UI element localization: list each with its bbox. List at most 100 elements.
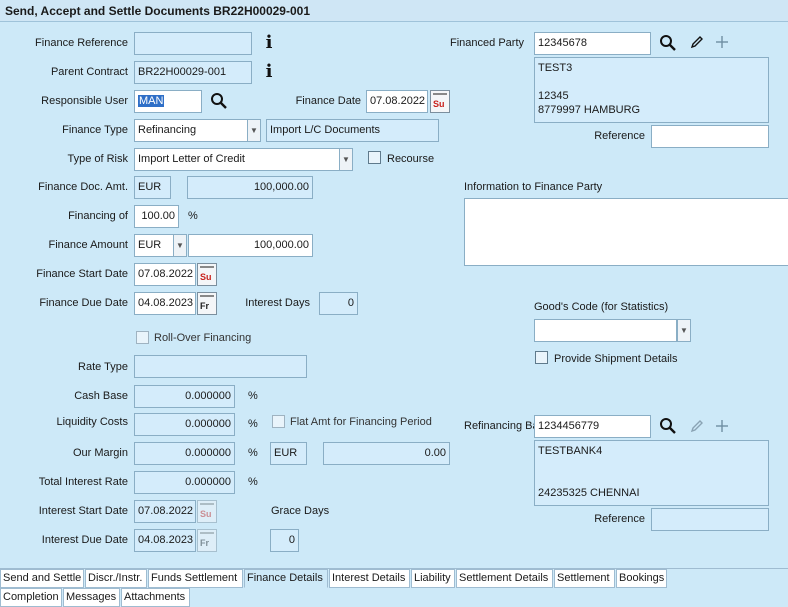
- percent-unit: %: [248, 418, 258, 430]
- responsible-user-label: Responsible User: [41, 95, 128, 107]
- tab-interest-details[interactable]: Interest Details: [329, 569, 410, 588]
- financing-of-label: Financing of: [68, 210, 128, 222]
- flat-amt-checkbox[interactable]: [272, 415, 285, 428]
- finance-type-description: Import L/C Documents: [266, 119, 439, 142]
- interest-start-date-field: 07.08.2022: [134, 500, 196, 523]
- finance-doc-amount: 100,000.00: [187, 176, 313, 199]
- chevron-down-icon[interactable]: ▼: [247, 119, 261, 142]
- interest-start-date-label: Interest Start Date: [38, 505, 128, 517]
- percent-unit: %: [248, 476, 258, 488]
- calendar-icon[interactable]: Fr: [197, 292, 217, 315]
- liquidity-costs-field: 0.000000: [134, 413, 235, 436]
- edit-icon[interactable]: [690, 35, 704, 49]
- recourse-label: Recourse: [387, 153, 435, 165]
- percent-unit: %: [248, 390, 258, 402]
- finance-type-select[interactable]: Refinancing: [134, 119, 248, 142]
- tab-finance-details[interactable]: Finance Details: [244, 569, 328, 588]
- parent-contract-label: Parent Contract: [50, 66, 128, 78]
- responsible-user-field[interactable]: MAN: [134, 90, 202, 113]
- search-icon[interactable]: [659, 34, 677, 52]
- search-icon[interactable]: [659, 417, 677, 435]
- finance-start-date-label: Finance Start Date: [36, 268, 128, 280]
- refinancing-bank-reference-label: Reference: [594, 513, 645, 525]
- finance-type-label: Finance Type: [62, 124, 128, 136]
- calendar-icon[interactable]: Su: [197, 263, 217, 286]
- recourse-checkbox[interactable]: [368, 151, 381, 164]
- rate-type-label: Rate Type: [78, 361, 128, 373]
- finance-date-label: Finance Date: [295, 95, 361, 107]
- flat-amt-label: Flat Amt for Financing Period: [290, 416, 432, 428]
- finance-due-date-field[interactable]: 04.08.2023: [134, 292, 196, 315]
- percent-unit: %: [188, 210, 198, 222]
- financed-party-label: Financed Party: [450, 37, 524, 49]
- tab-attachments[interactable]: Attachments: [121, 588, 190, 607]
- tab-settlement[interactable]: Settlement: [554, 569, 615, 588]
- liquidity-costs-label: Liquidity Costs: [56, 416, 128, 428]
- grace-days-field: 0: [270, 529, 299, 552]
- add-icon[interactable]: [715, 35, 729, 49]
- info-icon[interactable]: i: [263, 33, 275, 53]
- our-margin-amount: 0.00: [323, 442, 450, 465]
- goods-code-select[interactable]: [534, 319, 677, 342]
- provide-shipment-checkbox[interactable]: [535, 351, 548, 364]
- financed-party-reference-field[interactable]: [651, 125, 769, 148]
- chevron-down-icon[interactable]: ▼: [677, 319, 691, 342]
- our-margin-currency: EUR: [270, 442, 307, 465]
- cash-base-field: 0.000000: [134, 385, 235, 408]
- responsible-user-value: MAN: [138, 95, 165, 107]
- financed-party-address: TEST3 12345 8779997 HAMBURG: [534, 57, 769, 123]
- calendar-icon[interactable]: Su: [430, 90, 450, 113]
- provide-shipment-label: Provide Shipment Details: [554, 353, 678, 365]
- interest-due-date-label: Interest Due Date: [41, 534, 128, 546]
- tab-discr-instr[interactable]: Discr./Instr.: [85, 569, 147, 588]
- cash-base-label: Cash Base: [74, 390, 128, 402]
- refinancing-bank-address: TESTBANK4 24235325 CHENNAI: [534, 440, 769, 506]
- rate-type-field: [134, 355, 307, 378]
- our-margin-label: Our Margin: [72, 447, 128, 459]
- tab-funds-settlement[interactable]: Funds Settlement: [148, 569, 243, 588]
- finance-amount-label: Finance Amount: [48, 239, 129, 251]
- finance-doc-currency: EUR: [134, 176, 171, 199]
- chevron-down-icon[interactable]: ▼: [173, 234, 187, 257]
- finance-doc-amt-label: Finance Doc. Amt.: [38, 181, 128, 193]
- finance-start-date-field[interactable]: 07.08.2022: [134, 263, 196, 286]
- goods-code-label: Good's Code (for Statistics): [534, 301, 669, 313]
- tab-send-and-settle[interactable]: Send and Settle: [0, 569, 84, 588]
- finance-due-date-label: Finance Due Date: [39, 297, 128, 309]
- finance-reference-label: Finance Reference: [35, 37, 128, 49]
- roll-over-checkbox[interactable]: [136, 331, 149, 344]
- finance-amount-currency[interactable]: EUR: [134, 234, 174, 257]
- interest-days-field: 0: [319, 292, 358, 315]
- chevron-down-icon[interactable]: ▼: [339, 148, 353, 171]
- total-interest-rate-field: 0.000000: [134, 471, 235, 494]
- tab-liability[interactable]: Liability: [411, 569, 455, 588]
- interest-days-label: Interest Days: [245, 297, 310, 309]
- financed-party-field[interactable]: 12345678: [534, 32, 651, 55]
- interest-due-date-field: 04.08.2023: [134, 529, 196, 552]
- tab-completion[interactable]: Completion: [0, 588, 62, 607]
- financed-party-reference-label: Reference: [594, 130, 645, 142]
- add-icon[interactable]: [715, 419, 729, 433]
- refinancing-bank-field[interactable]: 1234456779: [534, 415, 651, 438]
- info-icon[interactable]: i: [263, 62, 275, 82]
- grace-days-label: Grace Days: [271, 505, 330, 517]
- refinancing-bank-reference-field: [651, 508, 769, 531]
- tab-messages[interactable]: Messages: [63, 588, 120, 607]
- finance-reference-field[interactable]: [134, 32, 252, 55]
- finance-date-field[interactable]: 07.08.2022: [366, 90, 428, 113]
- information-to-finance-party-label: Information to Finance Party: [464, 181, 603, 193]
- percent-unit: %: [248, 447, 258, 459]
- tab-settlement-details[interactable]: Settlement Details: [456, 569, 553, 588]
- window-title: Send, Accept and Settle Documents BR22H0…: [0, 0, 788, 22]
- type-of-risk-select[interactable]: Import Letter of Credit: [134, 148, 340, 171]
- calendar-icon: Fr: [197, 529, 217, 552]
- our-margin-field: 0.000000: [134, 442, 235, 465]
- type-of-risk-label: Type of Risk: [67, 153, 128, 165]
- search-icon[interactable]: [210, 92, 228, 110]
- finance-amount-field[interactable]: 100,000.00: [188, 234, 313, 257]
- information-to-finance-party-field[interactable]: [464, 198, 788, 266]
- edit-icon: [690, 420, 703, 433]
- financing-of-field[interactable]: 100.00: [134, 205, 179, 228]
- tab-bookings[interactable]: Bookings: [616, 569, 667, 588]
- total-interest-rate-label: Total Interest Rate: [38, 476, 128, 488]
